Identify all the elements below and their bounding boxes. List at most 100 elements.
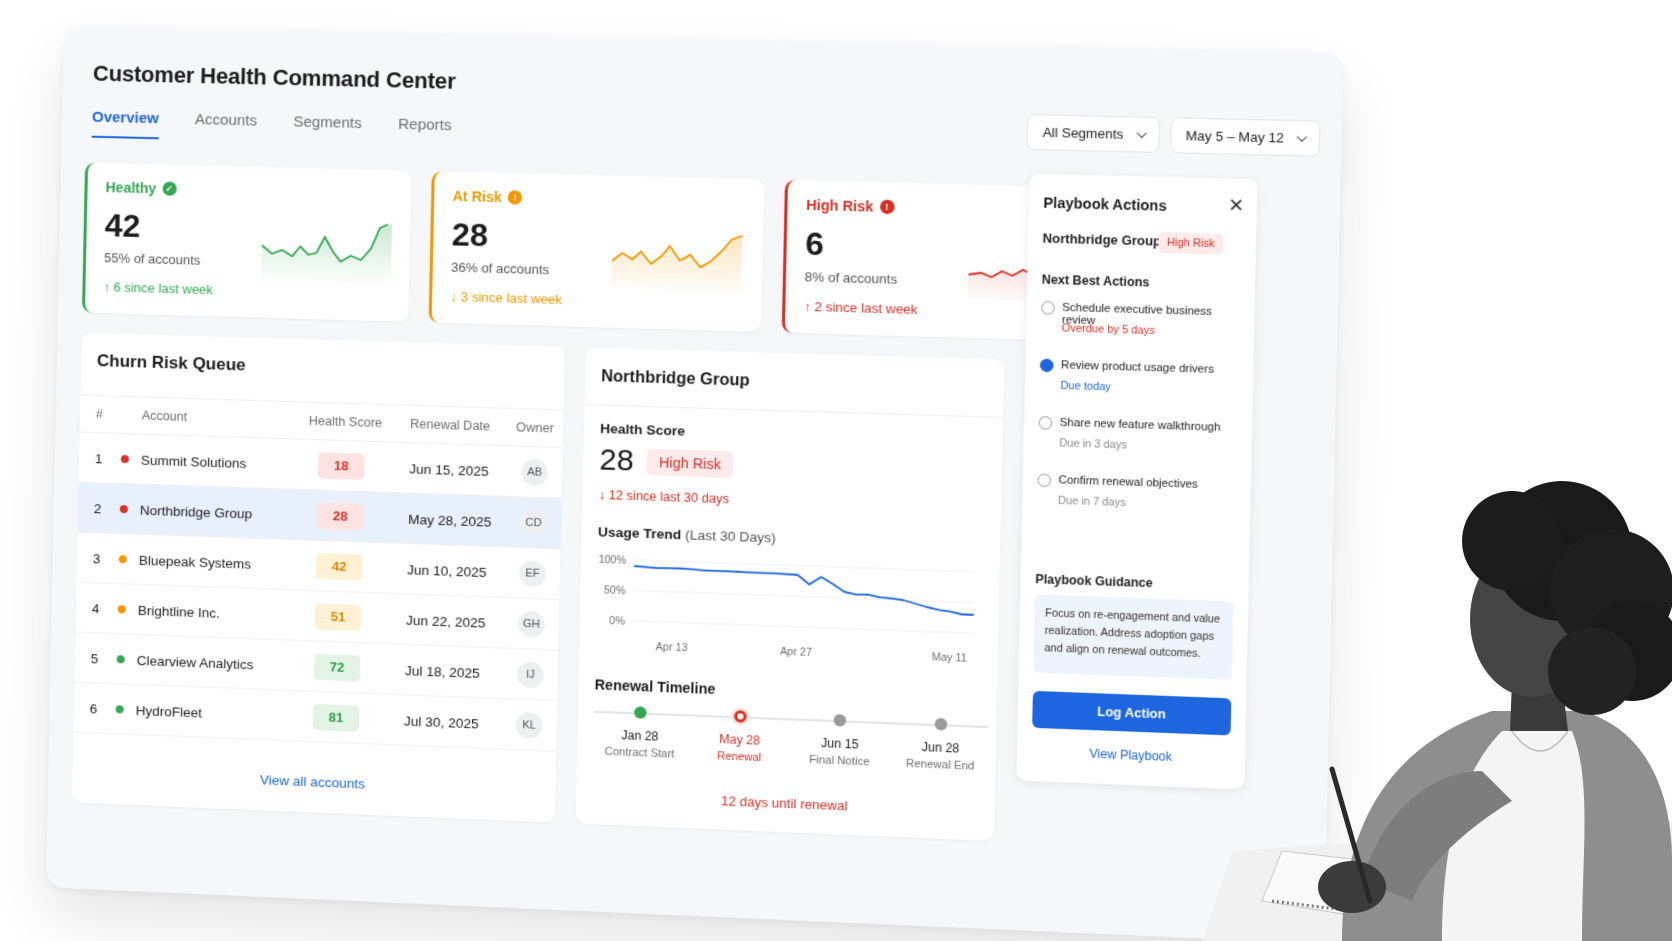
x-tick-label: Apr 27 <box>780 647 812 659</box>
action-status: Overdue by 5 days <box>1061 322 1155 338</box>
health-score: 42 <box>315 552 363 581</box>
kpi-card-at-risk[interactable]: At Risk ! 28 36% of accounts ↓ 3 since l… <box>428 171 765 333</box>
tab-overview[interactable]: Overview <box>91 108 159 140</box>
date-range-select[interactable]: May 5 – May 12 <box>1169 117 1321 157</box>
row-number: 5 <box>90 650 99 666</box>
timeline-marker <box>833 713 847 727</box>
kpi-label-text: Healthy <box>105 179 157 197</box>
x-tick-label: May 11 <box>932 652 968 665</box>
renewal-date: Jul 18, 2025 <box>404 662 481 681</box>
alert-icon: ! <box>879 199 895 215</box>
warning-icon: ! <box>507 190 523 205</box>
risk-badge: High Risk <box>646 448 734 478</box>
action-list: Schedule executive business review Overdu… <box>1029 174 1257 509</box>
chevron-down-icon <box>1296 131 1308 142</box>
timeline-date: Jun 28 <box>921 739 960 756</box>
row-number: 1 <box>94 450 103 466</box>
action-radio[interactable] <box>1038 415 1053 430</box>
timeline-marker <box>634 706 647 719</box>
account-name[interactable]: Northbridge Group <box>140 502 253 521</box>
page-title: Customer Health Command Center <box>92 60 456 94</box>
col-owner: Owner <box>515 420 554 436</box>
person-writing-illustration <box>1202 481 1672 941</box>
account-name[interactable]: Clearview Analytics <box>137 652 254 671</box>
y-tick-label: 0% <box>609 616 625 628</box>
timeline-points: Jan 28 Contract Start May 28 Renewal Jun 15 F… <box>594 699 988 773</box>
action-title: Review product usage drivers <box>1060 359 1215 376</box>
owner-avatar[interactable]: AB <box>521 458 549 486</box>
owner-avatar[interactable]: EF <box>518 559 547 587</box>
close-icon[interactable]: ✕ <box>1228 195 1244 217</box>
x-tick-label: Apr 13 <box>656 642 688 654</box>
date-range-value: May 5 – May 12 <box>1185 127 1285 146</box>
col-account: Account <box>141 408 188 424</box>
action-radio[interactable] <box>1037 473 1052 488</box>
chevron-down-icon <box>1136 128 1147 139</box>
usage-trend-chart: 100% 50% 0% Apr 13 Apr 27 May 11 <box>598 555 987 665</box>
status-dot <box>115 704 124 713</box>
segment-select[interactable]: All Segments <box>1026 113 1160 153</box>
tab-accounts[interactable]: Accounts <box>195 111 257 142</box>
owner-avatar[interactable]: CD <box>519 508 548 537</box>
action-radio[interactable] <box>1041 301 1055 315</box>
timeline-point: May 28 Renewal <box>693 702 787 765</box>
playbook-title: Playbook Actions <box>1043 194 1167 214</box>
row-number: 2 <box>93 500 102 516</box>
health-score: 51 <box>314 602 362 631</box>
account-name: Northbridge Group <box>601 368 750 390</box>
kpi-label: At Risk ! <box>452 188 745 212</box>
account-name[interactable]: Brightline Inc. <box>138 602 220 620</box>
kpi-card-healthy[interactable]: Healthy ✓ 42 55% of accounts ↑ 6 since l… <box>81 162 412 322</box>
status-dot <box>118 554 127 563</box>
action-status: Due today <box>1060 379 1112 394</box>
owner-avatar[interactable]: IJ <box>516 660 544 689</box>
timeline-marker <box>733 710 747 723</box>
renewal-date: Jun 15, 2025 <box>409 460 489 479</box>
action-radio[interactable] <box>1039 358 1054 373</box>
row-number: 3 <box>92 550 101 566</box>
usage-trend-title: Usage Trend <box>597 524 682 543</box>
account-name[interactable]: Summit Solutions <box>141 452 247 470</box>
table-body: 1 Summit Solutions 18 Jun 15, 2025 AB 2 Northb… <box>73 333 565 752</box>
segment-select-value: All Segments <box>1042 124 1124 142</box>
health-score: 18 <box>317 451 365 480</box>
risk-badge: High Risk <box>1158 232 1224 255</box>
y-tick-label: 100% <box>598 555 626 567</box>
status-dot <box>119 504 128 513</box>
renewal-date: Jun 22, 2025 <box>405 611 486 630</box>
health-score: 28 <box>316 502 364 530</box>
owner-avatar[interactable]: GH <box>517 610 545 638</box>
renewal-date: Jul 30, 2025 <box>403 712 479 731</box>
gridline <box>634 560 974 572</box>
gridline <box>634 590 974 602</box>
y-tick-label: 50% <box>604 585 626 597</box>
status-dot <box>117 604 126 613</box>
kpi-label-text: High Risk <box>806 196 874 215</box>
col-renewal-date: Renewal Date <box>410 416 491 434</box>
timeline-date: May 28 <box>719 731 761 748</box>
kpi-row: Healthy ✓ 42 55% of accounts ↑ 6 since l… <box>81 162 1124 343</box>
tab-bar: Overview Accounts Segments Reports <box>91 108 452 147</box>
health-score: 81 <box>312 703 360 732</box>
account-name[interactable]: HydroFleet <box>136 702 203 720</box>
timeline-caption: Final Notice <box>809 753 870 769</box>
usage-trend-label: Usage Trend (Last 30 Days) <box>598 524 776 545</box>
status-dot <box>120 454 130 463</box>
timeline-point: Jun 15 Final Notice <box>793 706 888 769</box>
sparkline-healthy <box>259 215 393 284</box>
owner-avatar[interactable]: KL <box>515 711 543 739</box>
tab-reports[interactable]: Reports <box>398 116 452 147</box>
col-health-score: Health Score <box>308 413 383 431</box>
gridline <box>633 621 973 633</box>
tab-segments[interactable]: Segments <box>293 113 362 144</box>
view-all-accounts-link[interactable]: View all accounts <box>72 765 555 800</box>
playbook-account: Northbridge Group <box>1042 231 1162 249</box>
health-score-change: ↓ 12 since last 30 days <box>598 487 730 507</box>
timeline-caption: Renewal <box>716 750 762 765</box>
scene: Customer Health Command Center Overview … <box>0 0 1672 941</box>
usage-series-line <box>633 566 974 615</box>
usage-trend-subtitle: (Last 30 Days) <box>685 527 777 546</box>
action-item[interactable]: Schedule executive business review Overdu… <box>1040 301 1242 348</box>
row-number: 4 <box>91 600 100 616</box>
account-name[interactable]: Bluepeak Systems <box>139 552 252 571</box>
